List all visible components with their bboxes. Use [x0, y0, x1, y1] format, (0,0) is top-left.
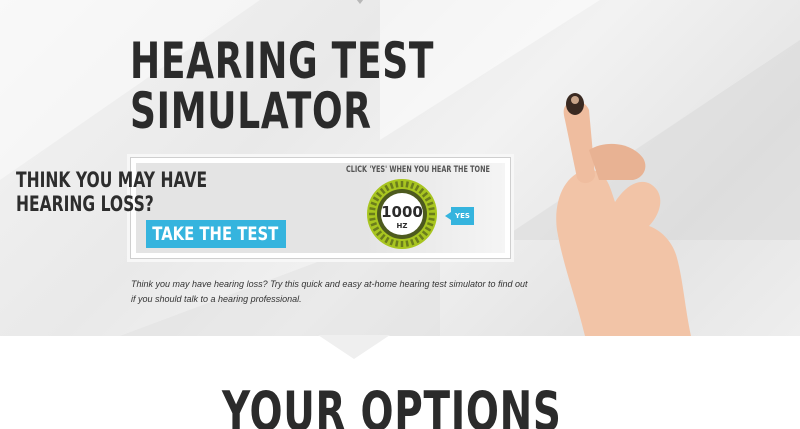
dial-tick: [428, 207, 435, 211]
hero-description: Think you may have hearing loss? Try thi…: [131, 279, 528, 304]
hand-palm: [556, 169, 691, 336]
frequency-dial-icon: 1000 HZ: [367, 179, 437, 249]
page-title: HEARING TEST SIMULATOR: [130, 36, 434, 136]
top-notch: [346, 0, 374, 4]
section-title: YOUR OPTIONS: [222, 380, 562, 429]
hearing-aid-highlight: [571, 96, 579, 104]
tone-caption: CLICK 'YES' WHEN YOU HEAR THE TONE: [346, 165, 490, 175]
yes-button[interactable]: YES: [445, 207, 474, 225]
page-title-line: HEARING TEST: [130, 32, 435, 90]
hero-section: HEARING TEST SIMULATOR THINK YOU MAY HAV…: [0, 0, 800, 336]
dial-tick: [369, 207, 376, 211]
card-headline-line: HEARING LOSS?: [16, 192, 154, 216]
hand-thumb: [589, 143, 646, 180]
frequency-unit: HZ: [397, 222, 408, 230]
page-title-line: SIMULATOR: [130, 82, 372, 140]
dial-tick: [428, 217, 435, 221]
card-headline: THINK YOU MAY HAVE HEARING LOSS?: [16, 168, 207, 216]
take-the-test-button[interactable]: TAKE THE TEST: [146, 220, 286, 248]
take-the-test-label: TAKE THE TEST: [152, 223, 279, 245]
dial-tick: [395, 240, 399, 247]
dial-tick: [369, 217, 376, 221]
card-headline-line: THINK YOU MAY HAVE: [16, 168, 208, 192]
frequency-value: 1000: [381, 203, 423, 221]
dial-tick: [405, 240, 409, 247]
dial-tick: [395, 181, 399, 188]
dial-tick: [405, 181, 409, 188]
section-divider-notch: [318, 335, 390, 359]
hand-holding-hearing-aid-icon: [556, 93, 691, 336]
